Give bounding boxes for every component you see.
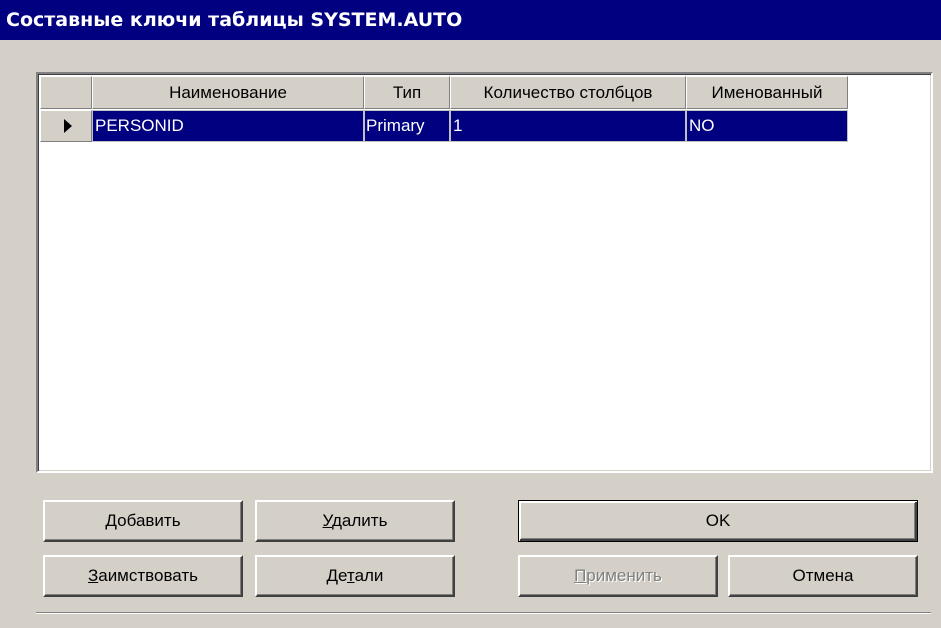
- apply-button-accel: П: [574, 566, 587, 585]
- cancel-button[interactable]: Отмена: [728, 555, 918, 597]
- cell-named[interactable]: NO: [686, 110, 848, 142]
- current-row-indicator[interactable]: [40, 110, 92, 142]
- borrow-button-accel: З: [87, 566, 99, 585]
- row-indicator-header: [40, 76, 92, 109]
- borrow-button[interactable]: Заимствовать: [43, 555, 243, 597]
- column-header-column-count[interactable]: Количество столбцов: [450, 76, 686, 109]
- add-button-accel: Д: [105, 511, 118, 530]
- add-button-label: обавить: [117, 511, 181, 530]
- cell-name[interactable]: PERSONID: [92, 110, 364, 142]
- delete-button-label: далить: [332, 511, 388, 530]
- cell-column-count[interactable]: 1: [450, 110, 686, 142]
- column-header-named[interactable]: Именованный: [686, 76, 848, 109]
- details-button-accel: т: [346, 566, 355, 585]
- details-button[interactable]: Детали: [255, 555, 455, 597]
- row-pointer-icon: [64, 119, 72, 133]
- window-title: Составные ключи таблицы SYSTEM.AUTO: [0, 0, 941, 40]
- bottom-separator: [36, 612, 931, 614]
- cell-type[interactable]: Primary: [364, 110, 450, 142]
- delete-button-accel: У: [322, 511, 333, 530]
- details-button-pre: Де: [326, 566, 347, 585]
- ok-button[interactable]: OK: [518, 500, 918, 542]
- composite-keys-grid[interactable]: Наименование Тип Количество столбцов Име…: [36, 72, 933, 473]
- add-button[interactable]: Добавить: [43, 500, 243, 542]
- delete-button[interactable]: Удалить: [255, 500, 455, 542]
- borrow-button-label: аимствовать: [98, 566, 199, 585]
- column-header-type[interactable]: Тип: [364, 76, 450, 109]
- column-header-name[interactable]: Наименование: [92, 76, 364, 109]
- apply-button[interactable]: Применить: [518, 555, 718, 597]
- apply-button-label: рименить: [586, 566, 662, 585]
- details-button-label: али: [354, 566, 384, 585]
